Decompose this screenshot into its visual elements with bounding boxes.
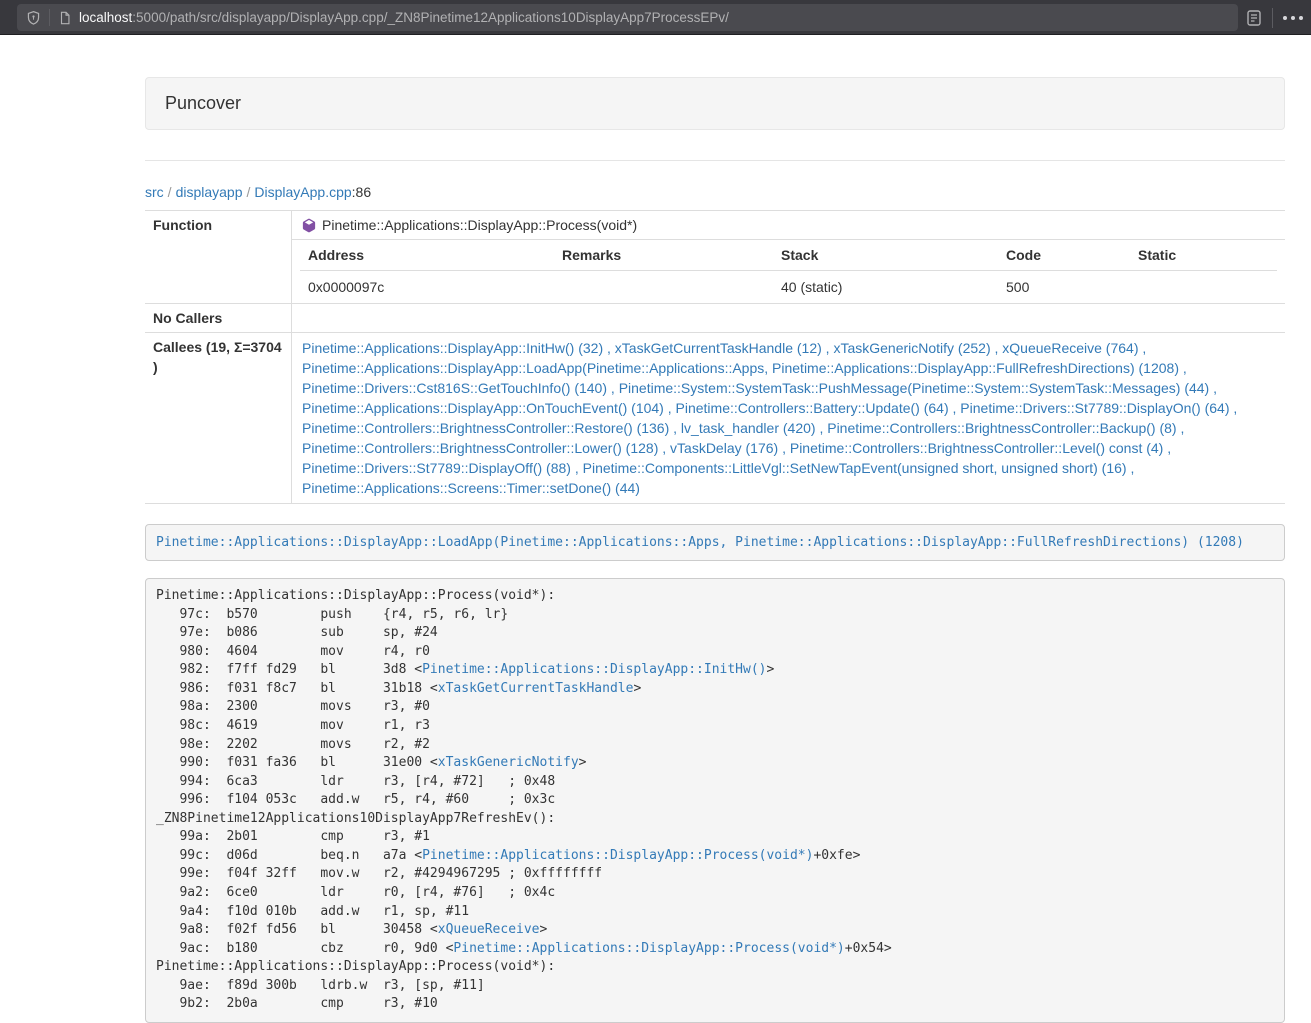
column-header-address: Address (300, 240, 554, 270)
callee-link[interactable]: Pinetime::Drivers::St7789::DisplayOn() (… (960, 400, 1229, 416)
callee-separator: , (1209, 380, 1217, 396)
callee-separator: , (1179, 360, 1187, 376)
callees-row: Callees (19, Σ=3704 ) Pinetime::Applicat… (145, 332, 1285, 503)
callee-separator: , (658, 440, 670, 456)
static-value (1130, 271, 1277, 303)
notes-icon[interactable] (1246, 9, 1262, 27)
breadcrumb: src/displayapp/DisplayApp.cpp:86 (145, 182, 1285, 202)
disassembly-symbol-link[interactable]: xTaskGetCurrentTaskHandle (438, 681, 634, 696)
stack-value: 40 (static) (773, 271, 998, 303)
function-name: Pinetime::Applications::DisplayApp::Proc… (322, 215, 637, 235)
callee-link[interactable]: Pinetime::Drivers::St7789::DisplayOff() … (302, 460, 571, 476)
callee-link[interactable]: Pinetime::Controllers::BrightnessControl… (302, 440, 658, 456)
callee-link[interactable]: Pinetime::Controllers::Battery::Update()… (676, 400, 949, 416)
callee-separator: , (1127, 460, 1135, 476)
callee-link[interactable]: Pinetime::Controllers::BrightnessControl… (302, 420, 669, 436)
url-host: localhost (79, 10, 132, 25)
breadcrumb-line-number: :86 (352, 184, 371, 200)
disassembly-symbol-link[interactable]: Pinetime::Applications::DisplayApp::Init… (422, 662, 766, 677)
callee-link[interactable]: Pinetime::Controllers::BrightnessControl… (790, 440, 1163, 456)
page-icon (58, 10, 72, 26)
remarks-value (554, 271, 773, 303)
callee-link[interactable]: Pinetime::Drivers::Cst816S::GetTouchInfo… (302, 380, 607, 396)
callee-link[interactable]: Pinetime::Applications::DisplayApp::Load… (302, 360, 1179, 376)
menu-dots-icon[interactable] (1283, 16, 1303, 20)
function-name-line: Pinetime::Applications::DisplayApp::Proc… (292, 211, 1285, 240)
callee-link[interactable]: xQueueReceive (764) (1002, 340, 1138, 356)
callees-list: Pinetime::Applications::DisplayApp::Init… (292, 333, 1285, 503)
highlighted-callee-box: Pinetime::Applications::DisplayApp::Load… (145, 524, 1285, 561)
highlighted-callee-link[interactable]: Pinetime::Applications::DisplayApp::Load… (156, 535, 1244, 550)
callee-separator: , (1138, 340, 1146, 356)
callee-link[interactable]: Pinetime::System::SystemTask::PushMessag… (619, 380, 1210, 396)
callees-label: Callees (19, Σ=3704 ) (145, 333, 292, 503)
breadcrumb-link-file[interactable]: DisplayApp.cpp (254, 184, 351, 200)
callee-separator: , (1163, 440, 1171, 456)
disassembly-symbol-link[interactable]: Pinetime::Applications::DisplayApp::Proc… (422, 848, 813, 863)
detail-data-row: 0x0000097c 40 (static) 500 (300, 271, 1277, 303)
callee-link[interactable]: Pinetime::Controllers::BrightnessControl… (827, 420, 1176, 436)
urlbar-divider (49, 9, 50, 26)
callee-separator: , (991, 340, 1003, 356)
page-container: Puncover src/displayapp/DisplayApp.cpp:8… (145, 77, 1285, 1023)
callee-separator: , (1177, 420, 1185, 436)
callee-separator: , (603, 340, 615, 356)
browser-toolbar: localhost:5000/path/src/displayapp/Displ… (0, 0, 1311, 35)
callee-link[interactable]: lv_task_handler (420) (681, 420, 816, 436)
url-text[interactable]: localhost:5000/path/src/displayapp/Displ… (79, 4, 729, 31)
function-label: Function (145, 211, 292, 303)
app-title-panel: Puncover (145, 77, 1285, 130)
callee-link[interactable]: xTaskGetCurrentTaskHandle (12) (615, 340, 822, 356)
breadcrumb-separator: / (164, 184, 176, 200)
callee-separator: , (664, 400, 676, 416)
callee-separator: , (669, 420, 681, 436)
disassembly-box: Pinetime::Applications::DisplayApp::Proc… (145, 578, 1285, 1023)
no-callers-label: No Callers (145, 304, 292, 332)
column-header-static: Static (1130, 240, 1277, 270)
callee-link[interactable]: Pinetime::Applications::DisplayApp::OnTo… (302, 400, 664, 416)
code-size-value: 500 (998, 271, 1130, 303)
callee-link[interactable]: Pinetime::Applications::Screens::Timer::… (302, 480, 640, 496)
app-title: Puncover (165, 93, 241, 113)
callee-separator: , (816, 420, 828, 436)
breadcrumb-link-src[interactable]: src (145, 184, 164, 200)
address-value: 0x0000097c (300, 271, 554, 303)
disassembly-symbol-link[interactable]: xQueueReceive (438, 922, 540, 937)
callee-separator: , (949, 400, 961, 416)
divider (145, 160, 1285, 161)
callee-separator: , (571, 460, 583, 476)
url-path: :5000/path/src/displayapp/DisplayApp.cpp… (132, 10, 729, 25)
disassembly-symbol-link[interactable]: xTaskGenericNotify (438, 755, 579, 770)
callee-link[interactable]: vTaskDelay (176) (670, 440, 778, 456)
breadcrumb-link-displayapp[interactable]: displayapp (176, 184, 243, 200)
function-row: Function Pinetime::Applications::Display… (145, 211, 1285, 303)
no-callers-row: No Callers (145, 303, 1285, 332)
callee-link[interactable]: Pinetime::Applications::DisplayApp::Init… (302, 340, 603, 356)
callee-separator: , (607, 380, 619, 396)
callee-separator: , (1230, 400, 1238, 416)
callee-separator: , (778, 440, 790, 456)
function-table: Function Pinetime::Applications::Display… (145, 210, 1285, 504)
disassembly-symbol-link[interactable]: Pinetime::Applications::DisplayApp::Proc… (453, 941, 844, 956)
disassembly-pre: Pinetime::Applications::DisplayApp::Proc… (156, 587, 1274, 1014)
breadcrumb-separator: / (243, 184, 255, 200)
function-detail-table: Address Remarks Stack Code Static 0x0000… (300, 240, 1277, 303)
url-bar[interactable]: localhost:5000/path/src/displayapp/Displ… (17, 4, 1238, 31)
detail-header-row: Address Remarks Stack Code Static (300, 240, 1277, 271)
shield-icon[interactable] (26, 10, 41, 26)
callee-separator: , (822, 340, 834, 356)
column-header-code: Code (998, 240, 1130, 270)
toolbar-divider (1272, 8, 1273, 28)
column-header-remarks: Remarks (554, 240, 773, 270)
callee-link[interactable]: Pinetime::Components::LittleVgl::SetNewT… (583, 460, 1127, 476)
callee-link[interactable]: xTaskGenericNotify (252) (833, 340, 990, 356)
package-icon (302, 218, 316, 233)
column-header-stack: Stack (773, 240, 998, 270)
